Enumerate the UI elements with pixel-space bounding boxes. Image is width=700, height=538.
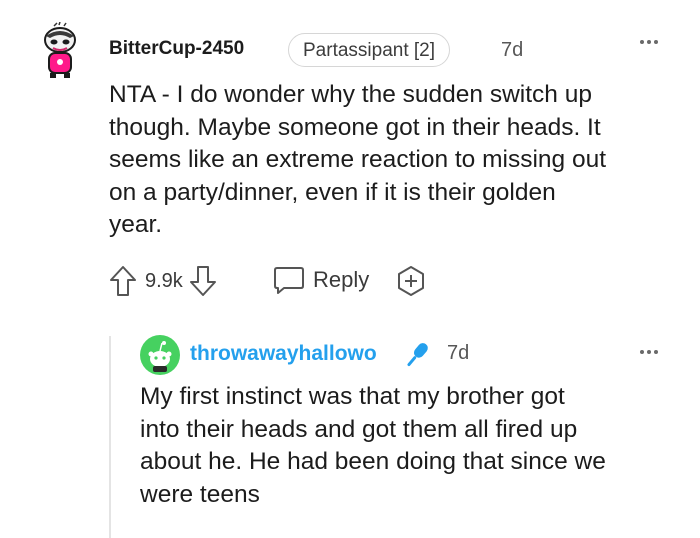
vote-score: 9.9k bbox=[145, 269, 183, 292]
reply-timestamp: 7d bbox=[447, 342, 470, 364]
reply-username[interactable]: throwawayhallowo bbox=[190, 342, 377, 366]
chat-bubble-icon bbox=[272, 263, 306, 297]
comment-body: NTA - I do wonder why the sudden switch … bbox=[109, 81, 607, 238]
reply-label: Reply bbox=[313, 267, 370, 292]
comment-timestamp: 7d bbox=[501, 39, 524, 61]
thread-line[interactable] bbox=[109, 336, 111, 538]
reply-avatar[interactable] bbox=[140, 335, 180, 375]
arrow-down-icon[interactable] bbox=[189, 264, 217, 298]
comment-action-bar: 9.9k Reply bbox=[109, 263, 439, 299]
reply-button[interactable]: Reply bbox=[272, 263, 369, 297]
reply-body: My first instinct was that my brother go… bbox=[140, 383, 606, 508]
more-dots-icon[interactable] bbox=[640, 40, 658, 44]
microphone-icon bbox=[400, 338, 434, 372]
arrow-up-icon[interactable] bbox=[109, 264, 137, 298]
comment-username[interactable]: BitterCup-2450 bbox=[109, 38, 244, 60]
user-avatar[interactable] bbox=[40, 21, 80, 80]
user-flair-badge: Partassipant [2] bbox=[288, 33, 451, 67]
plus-circle-icon[interactable] bbox=[395, 265, 427, 297]
more-dots-icon[interactable] bbox=[640, 350, 658, 354]
